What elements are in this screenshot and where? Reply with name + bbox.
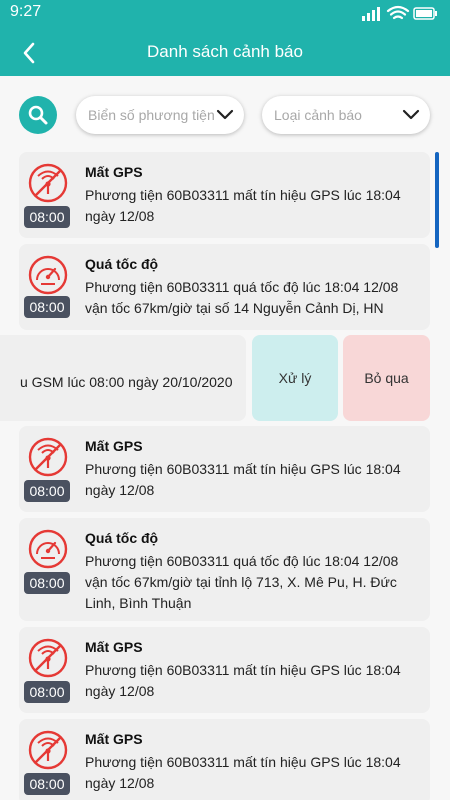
alert-card[interactable]: 08:00 Quá tốc độ Phương tiện 60B03311 qu… — [19, 244, 430, 330]
alert-description: Phương tiện 60B03311 quá tốc độ lúc 18:0… — [85, 279, 399, 316]
gps-off-icon — [27, 436, 69, 478]
alert-title: Quá tốc độ — [85, 256, 159, 272]
swiped-alert-text: u GSM lúc 08:00 ngày 20/10/2020 — [20, 374, 233, 390]
speedometer-icon — [27, 254, 69, 296]
alert-title: Mất GPS — [85, 731, 143, 747]
status-bar: 9:27 — [0, 0, 450, 26]
status-time: 9:27 — [10, 3, 42, 20]
alert-description: Phương tiện 60B03311 mất tín hiệu GPS lú… — [85, 662, 401, 699]
speedometer-icon — [27, 528, 69, 570]
filter-bar: Biển số phương tiện Loại cảnh báo — [0, 94, 450, 136]
chevron-down-icon — [402, 109, 420, 120]
gps-off-icon — [27, 637, 69, 679]
alert-title: Quá tốc độ — [85, 530, 159, 546]
swiped-alert-item[interactable]: u GSM lúc 08:00 ngày 20/10/2020 Xử lý Bỏ… — [0, 335, 450, 421]
status-icons — [362, 5, 437, 21]
alert-card[interactable]: 08:00 Mất GPS Phương tiện 60B03311 mất t… — [19, 719, 430, 800]
alert-time-badge: 08:00 — [24, 480, 70, 502]
alert-title: Mất GPS — [85, 164, 143, 180]
signal-icon — [362, 7, 380, 21]
process-button[interactable]: Xử lý — [252, 335, 338, 421]
alert-time-badge: 08:00 — [24, 572, 70, 594]
alert-description: Phương tiện 60B03311 mất tín hiệu GPS lú… — [85, 187, 401, 224]
alert-description: Phương tiện 60B03311 mất tín hiệu GPS lú… — [85, 754, 401, 791]
alert-time-badge: 08:00 — [24, 296, 70, 318]
alert-time-badge: 08:00 — [24, 206, 70, 228]
alert-card[interactable]: 08:00 Quá tốc độ Phương tiện 60B03311 qu… — [19, 518, 430, 621]
search-icon — [28, 105, 48, 125]
alert-title: Mất GPS — [85, 438, 143, 454]
alert-type-select[interactable]: Loại cảnh báo — [262, 96, 430, 134]
page-title: Danh sách cảnh báo — [147, 42, 303, 61]
alert-time-badge: 08:00 — [24, 681, 70, 703]
alert-time-badge: 08:00 — [24, 773, 70, 795]
alert-card[interactable]: 08:00 Mất GPS Phương tiện 60B03311 mất t… — [19, 627, 430, 713]
chevron-down-icon — [216, 109, 234, 120]
skip-button[interactable]: Bỏ qua — [343, 335, 430, 421]
plate-select-placeholder: Biển số phương tiện — [88, 107, 215, 123]
battery-icon — [413, 7, 437, 20]
alert-description: Phương tiện 60B03311 quá tốc độ lúc 18:0… — [85, 553, 399, 611]
wifi-icon — [386, 5, 410, 20]
alert-type-placeholder: Loại cảnh báo — [274, 107, 362, 123]
alert-card[interactable]: 08:00 Mất GPS Phương tiện 60B03311 mất t… — [19, 426, 430, 512]
gps-off-icon — [27, 729, 69, 771]
alert-card[interactable]: 08:00 Mất GPS Phương tiện 60B03311 mất t… — [19, 152, 430, 238]
alert-description: Phương tiện 60B03311 mất tín hiệu GPS lú… — [85, 461, 401, 498]
swiped-alert-content[interactable]: u GSM lúc 08:00 ngày 20/10/2020 — [0, 335, 246, 421]
gps-off-icon — [27, 162, 69, 204]
list-scrollbar[interactable] — [435, 152, 439, 248]
search-button[interactable] — [19, 96, 57, 134]
app-header: 9:27 Danh sách cảnh báo — [0, 0, 450, 76]
alert-title: Mất GPS — [85, 639, 143, 655]
plate-select[interactable]: Biển số phương tiện — [76, 96, 244, 134]
alert-list[interactable]: 08:00 Mất GPS Phương tiện 60B03311 mất t… — [0, 150, 450, 800]
